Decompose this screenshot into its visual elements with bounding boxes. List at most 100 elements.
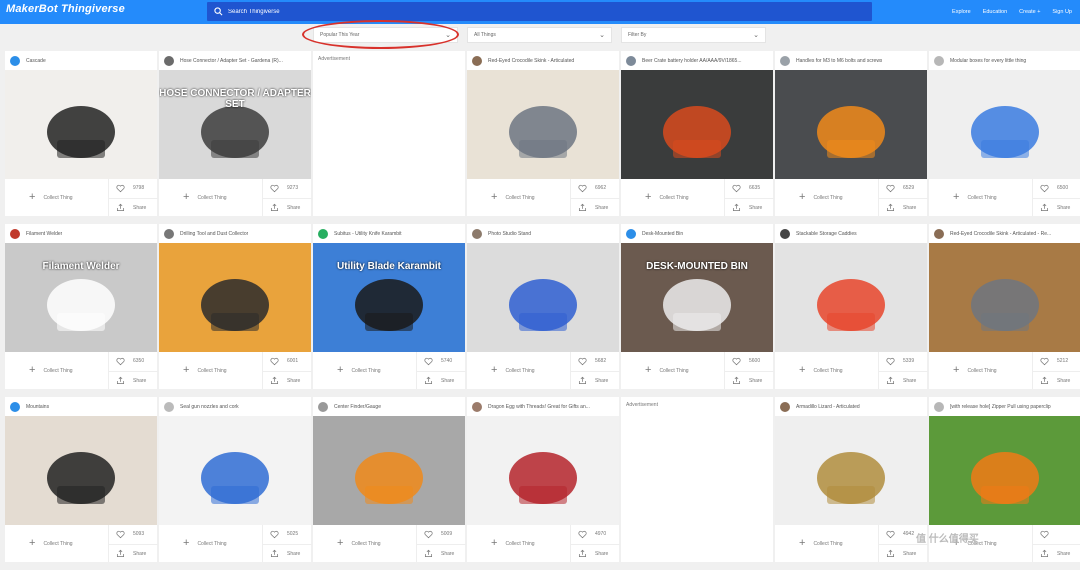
advertisement-card[interactable]: Advertisement: [621, 397, 773, 562]
thing-card[interactable]: Handles for M3 to M6 bolts and screws + …: [775, 51, 928, 216]
avatar[interactable]: [472, 402, 482, 412]
collect-thing-button[interactable]: + Collect Thing: [621, 352, 724, 389]
collect-thing-button[interactable]: + Collect Thing: [467, 525, 570, 562]
thing-title[interactable]: Mountains: [26, 404, 49, 410]
like-button[interactable]: 5093: [109, 525, 158, 543]
collect-thing-button[interactable]: + Collect Thing: [159, 352, 262, 389]
thing-thumbnail[interactable]: [775, 416, 927, 525]
nav-signup[interactable]: Sign Up: [1052, 9, 1072, 15]
thing-thumbnail[interactable]: [775, 243, 927, 352]
like-button[interactable]: 6962: [571, 179, 620, 197]
share-button[interactable]: Share: [1033, 544, 1080, 562]
thing-title[interactable]: Cascade: [26, 58, 46, 64]
thing-card[interactable]: Subitus - Utility Knife Karambit Utility…: [313, 224, 466, 389]
thing-card[interactable]: Seal gun nozzles and cork + Collect Thin…: [159, 397, 312, 562]
thing-card[interactable]: Dragon Egg with Threads! Great for Gifts…: [467, 397, 620, 562]
like-button[interactable]: 5600: [725, 352, 774, 370]
thing-thumbnail[interactable]: [5, 416, 157, 525]
thing-title[interactable]: Seal gun nozzles and cork: [180, 404, 239, 410]
like-button[interactable]: 6500: [1033, 179, 1080, 197]
share-button[interactable]: Share: [571, 371, 620, 389]
share-button[interactable]: Share: [571, 544, 620, 562]
avatar[interactable]: [10, 229, 20, 239]
thing-thumbnail[interactable]: [313, 416, 465, 525]
like-button[interactable]: 5682: [571, 352, 620, 370]
thing-card[interactable]: Hose Connector / Adapter Set - Gardena (…: [159, 51, 312, 216]
search-input[interactable]: [228, 8, 528, 15]
thing-card[interactable]: Red-Eyed Crocodile Skink - Articulated -…: [929, 224, 1080, 389]
thing-thumbnail[interactable]: [775, 70, 927, 179]
thing-card[interactable]: Center Finder/Gauge + Collect Thing 5009: [313, 397, 466, 562]
thing-card[interactable]: Photo Studio Stand + Collect Thing 5682: [467, 224, 620, 389]
thing-title[interactable]: Armadillo Lizard - Articulated: [796, 404, 860, 410]
thing-title[interactable]: Red-Eyed Crocodile Skink - Articulated -…: [950, 231, 1051, 237]
thing-thumbnail[interactable]: [467, 70, 619, 179]
avatar[interactable]: [164, 56, 174, 66]
share-button[interactable]: Share: [571, 198, 620, 216]
thing-title[interactable]: Handles for M3 to M6 bolts and screws: [796, 58, 882, 64]
avatar[interactable]: [164, 402, 174, 412]
nav-create[interactable]: Create +: [1019, 9, 1040, 15]
share-button[interactable]: Share: [263, 198, 312, 216]
avatar[interactable]: [626, 229, 636, 239]
share-button[interactable]: Share: [417, 544, 466, 562]
collect-thing-button[interactable]: + Collect Thing: [5, 525, 108, 562]
thing-title[interactable]: Desk-Mounted Bin: [642, 231, 683, 237]
share-button[interactable]: Share: [879, 544, 928, 562]
share-button[interactable]: Share: [109, 198, 158, 216]
thing-card[interactable]: Filament Welder Filament Welder + Collec…: [5, 224, 158, 389]
like-button[interactable]: 5025: [263, 525, 312, 543]
thing-card[interactable]: Mountains + Collect Thing 5093 Share: [5, 397, 158, 562]
thing-title[interactable]: Beer Crate battery holder AA/AAA/9V/1865…: [642, 58, 742, 64]
thing-title[interactable]: Modular boxes for every little thing: [950, 58, 1026, 64]
like-button[interactable]: 6635: [725, 179, 774, 197]
avatar[interactable]: [10, 402, 20, 412]
thing-title[interactable]: Red-Eyed Crocodile Skink - Articulated: [488, 58, 574, 64]
collect-thing-button[interactable]: + Collect Thing: [621, 179, 724, 216]
filter-by-dropdown[interactable]: Filter By ⌄: [621, 27, 766, 43]
share-button[interactable]: Share: [263, 544, 312, 562]
share-button[interactable]: Share: [109, 544, 158, 562]
thing-card[interactable]: Red-Eyed Crocodile Skink - Articulated +…: [467, 51, 620, 216]
thing-card[interactable]: Modular boxes for every little thing + C…: [929, 51, 1080, 216]
share-button[interactable]: Share: [879, 198, 928, 216]
share-button[interactable]: Share: [725, 198, 774, 216]
thing-title[interactable]: Dragon Egg with Threads! Great for Gifts…: [488, 404, 590, 410]
thing-card[interactable]: Cascade + Collect Thing 9798 Share: [5, 51, 158, 216]
collect-thing-button[interactable]: + Collect Thing: [775, 525, 878, 562]
avatar[interactable]: [626, 56, 636, 66]
collect-thing-button[interactable]: + Collect Thing: [159, 179, 262, 216]
thing-thumbnail[interactable]: [929, 70, 1080, 179]
avatar[interactable]: [780, 402, 790, 412]
sort-dropdown[interactable]: Popular This Year ⌄: [313, 27, 458, 43]
share-button[interactable]: Share: [109, 371, 158, 389]
like-button[interactable]: 9798: [109, 179, 158, 197]
collect-thing-button[interactable]: + Collect Thing: [467, 179, 570, 216]
avatar[interactable]: [318, 229, 328, 239]
thing-thumbnail[interactable]: [621, 70, 773, 179]
thing-thumbnail[interactable]: [929, 243, 1080, 352]
collect-thing-button[interactable]: + Collect Thing: [5, 179, 108, 216]
like-button[interactable]: 6001: [263, 352, 312, 370]
collect-thing-button[interactable]: + Collect Thing: [5, 352, 108, 389]
share-button[interactable]: Share: [263, 371, 312, 389]
nav-education[interactable]: Education: [983, 9, 1007, 15]
thing-card[interactable]: Desk-Mounted Bin DESK-MOUNTED BIN + Coll…: [621, 224, 774, 389]
share-button[interactable]: Share: [879, 371, 928, 389]
avatar[interactable]: [10, 56, 20, 66]
thing-title[interactable]: [with release hole] Zipper Pull using pa…: [950, 404, 1051, 410]
thing-card[interactable]: Stackable Storage Caddies + Collect Thin…: [775, 224, 928, 389]
thing-title[interactable]: Hose Connector / Adapter Set - Gardena (…: [180, 58, 283, 64]
collect-thing-button[interactable]: + Collect Thing: [313, 352, 416, 389]
thing-title[interactable]: Photo Studio Stand: [488, 231, 531, 237]
thing-thumbnail[interactable]: DESK-MOUNTED BIN: [621, 243, 773, 352]
thing-card[interactable]: Armadillo Lizard - Articulated + Collect…: [775, 397, 928, 562]
nav-explore[interactable]: Explore: [952, 9, 971, 15]
thing-title[interactable]: Filament Welder: [26, 231, 62, 237]
avatar[interactable]: [780, 229, 790, 239]
thing-thumbnail[interactable]: [467, 416, 619, 525]
collect-thing-button[interactable]: + Collect Thing: [467, 352, 570, 389]
like-button[interactable]: 5009: [417, 525, 466, 543]
like-button[interactable]: 6529: [879, 179, 928, 197]
thing-thumbnail[interactable]: Filament Welder: [5, 243, 157, 352]
